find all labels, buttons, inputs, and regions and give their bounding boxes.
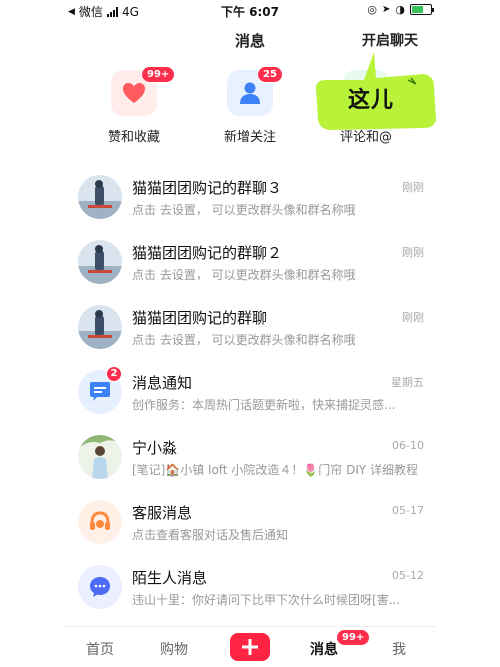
conversation-row[interactable]: 2 消息通知 创作服务：本周热门话题更新啦，快来捕捉灵感... 星期五 <box>0 360 500 425</box>
group-avatar <box>78 305 122 349</box>
callout-text: 这儿 <box>348 88 395 113</box>
tab-shop[interactable]: 购物 <box>160 639 188 659</box>
plus-icon <box>242 639 258 655</box>
alarm-icon: ◎ <box>367 3 377 16</box>
conversation-preview: [笔记]🏠小镇 loft 小院改造４！🌷门帘 DIY 详细教程 <box>132 463 419 477</box>
person-icon <box>240 82 260 104</box>
quick-action-label: 赞和收藏 <box>107 130 160 145</box>
annotation-callout: 这儿 <box>316 50 440 132</box>
chat-bubble-icon <box>90 577 110 597</box>
conversation-title: 陌生人消息 <box>132 569 208 587</box>
conversation-time: 刚刚 <box>402 181 424 194</box>
messages-badge: 99+ <box>336 629 371 646</box>
conversation-title: 宁小淼 <box>132 439 178 457</box>
conversation-row[interactable]: 客服消息 点击查看客服对话及售后通知 05-17 <box>0 490 500 555</box>
conversation-preview: 点击 去设置， 可以更改群头像和群名称哦 <box>132 333 356 347</box>
heart-icon-tile: 99+ <box>111 66 176 116</box>
stranger-avatar <box>78 565 122 609</box>
group-avatar <box>78 240 122 284</box>
conversation-preview: 点击 去设置， 可以更改群头像和群名称哦 <box>132 268 356 282</box>
conversation-time: 刚刚 <box>402 311 424 324</box>
person-icon-tile: 25 <box>227 66 283 116</box>
status-bar: ◀ 微信 4G 下午 6:07 ◎ ➤ ◑ <box>0 0 500 20</box>
location-icon: ➤ <box>382 4 391 15</box>
conversation-title: 消息通知 <box>132 374 193 392</box>
conversation-row[interactable]: 陌生人消息 违山十里：你好请问下比甲下次什么时候团呀[害... 05-12 <box>0 555 500 620</box>
group-avatar <box>78 175 122 219</box>
quick-action-follows[interactable]: 25 新增关注 <box>190 66 310 145</box>
bottom-tab-bar: 首页 购物 消息 99+ 我 <box>64 626 436 667</box>
tab-home[interactable]: 首页 <box>86 639 114 659</box>
service-avatar <box>78 500 122 544</box>
conversation-time: 05-17 <box>392 504 424 517</box>
conversation-list: 猫猫团团购记的群聊３ 点击 去设置， 可以更改群头像和群名称哦 刚刚 猫猫团团购… <box>0 165 500 620</box>
conversation-title: 猫猫团团购记的群聊３ <box>132 179 283 197</box>
conversation-preview: 违山十里：你好请问下比甲下次什么时候团呀[害... <box>132 593 401 607</box>
tab-messages[interactable]: 消息 <box>310 639 338 659</box>
create-post-button[interactable] <box>230 633 270 661</box>
conversation-preview: 创作服务：本周热门话题更新啦，快来捕捉灵感... <box>132 398 396 412</box>
follows-badge: 25 <box>257 66 283 83</box>
conversation-title: 客服消息 <box>132 504 193 522</box>
conversation-time: 刚刚 <box>402 246 424 259</box>
start-chat-button[interactable]: 开启聊天 <box>362 30 418 50</box>
quick-action-likes[interactable]: 99+ 赞和收藏 <box>74 66 194 145</box>
compass-icon: ◑ <box>395 3 405 16</box>
user-avatar <box>78 435 122 479</box>
conversation-time: 星期五 <box>391 376 424 389</box>
quick-action-label: 新增关注 <box>223 130 276 145</box>
notification-icon <box>90 382 110 401</box>
conversation-title: 猫猫团团购记的群聊 <box>132 309 268 327</box>
conversation-title: 猫猫团团购记的群聊２ <box>132 244 283 262</box>
conversation-preview: 点击 去设置， 可以更改群头像和群名称哦 <box>132 203 356 217</box>
tab-me[interactable]: 我 <box>392 639 406 659</box>
heart-icon <box>123 83 145 103</box>
conversation-row[interactable]: 猫猫团团购记的群聊３ 点击 去设置， 可以更改群头像和群名称哦 刚刚 <box>0 165 500 230</box>
page-title: 消息 <box>234 32 265 50</box>
conversation-time: 06-10 <box>392 439 424 452</box>
status-right: ◎ ➤ ◑ <box>367 3 434 16</box>
conversation-row[interactable]: 宁小淼 [笔记]🏠小镇 loft 小院改造４！🌷门帘 DIY 详细教程 06-1… <box>0 425 500 490</box>
headset-icon <box>90 511 110 530</box>
unread-badge: 2 <box>106 366 122 382</box>
conversation-time: 05-12 <box>392 569 424 582</box>
conversation-row[interactable]: 猫猫团团购记的群聊２ 点击 去设置， 可以更改群头像和群名称哦 刚刚 <box>0 230 500 295</box>
conversation-preview: 点击查看客服对话及售后通知 <box>132 528 289 542</box>
likes-badge: 99+ <box>141 66 176 83</box>
conversation-row[interactable]: 猫猫团团购记的群聊 点击 去设置， 可以更改群头像和群名称哦 刚刚 <box>0 295 500 360</box>
battery-icon <box>410 4 434 15</box>
